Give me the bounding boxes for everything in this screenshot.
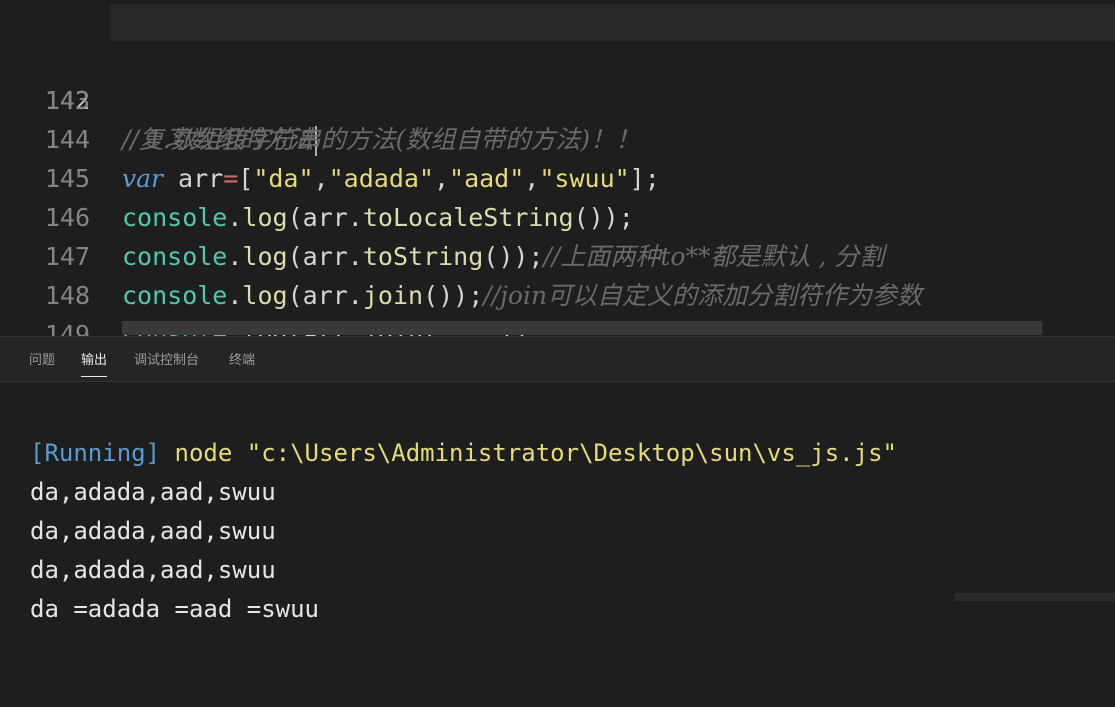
output-line: da,adada,aad,swuu <box>30 517 276 545</box>
code-line[interactable]: 145 console.log(arr.toLocaleString()); <box>0 120 1115 232</box>
output-log[interactable]: [Running] node "c:\Users\Administrator\D… <box>30 395 897 707</box>
current-line-highlight <box>110 4 1115 41</box>
output-running-line: [Running] node "c:\Users\Administrator\D… <box>30 434 897 473</box>
panel-tab-bar: 问题 输出 调试控制台 终端 <box>0 337 1115 382</box>
running-tag: [Running] <box>30 439 161 467</box>
tab-output[interactable]: 输出 <box>81 349 108 377</box>
output-line: da =adada =aad =swuu <box>30 595 319 623</box>
horizontal-scrollbar[interactable] <box>122 321 1042 335</box>
tab-problems[interactable]: 问题 <box>29 349 55 368</box>
code-line[interactable]: 147 console.log(arr.join());//join可以自定义的… <box>0 198 1115 310</box>
code-line[interactable]: 146 console.log(arr.toString());//上面两种to… <box>0 159 1115 271</box>
tab-terminal[interactable]: 终端 <box>229 349 255 368</box>
output-line: da,adada,aad,swuu <box>30 556 276 584</box>
tab-debug-console[interactable]: 调试控制台 <box>134 349 199 368</box>
output-line: da,adada,aad,swuu <box>30 478 276 506</box>
code-editor[interactable]: 142 //复习数组的方法 143 // 1.数组转字符串的方法(数组自带的方法… <box>0 0 1115 336</box>
code-line[interactable]: 143 // 1.数组转字符串的方法(数组自带的方法)！！ <box>0 42 1115 154</box>
code-line[interactable]: 144 var arr=["da","adada","aad","swuu"]; <box>0 81 1115 193</box>
bottom-panel: 问题 输出 调试控制台 终端 [Running] node "c:\Users\… <box>0 336 1115 623</box>
code-line[interactable]: 148 console.log(arr.join(" =")); <box>0 237 1115 336</box>
code-line[interactable]: 149 <box>0 276 1115 336</box>
run-command: node "c:\Users\Administrator\Desktop\sun… <box>174 439 897 467</box>
code-line[interactable]: 142 //复习数组的方法 <box>0 3 1115 156</box>
